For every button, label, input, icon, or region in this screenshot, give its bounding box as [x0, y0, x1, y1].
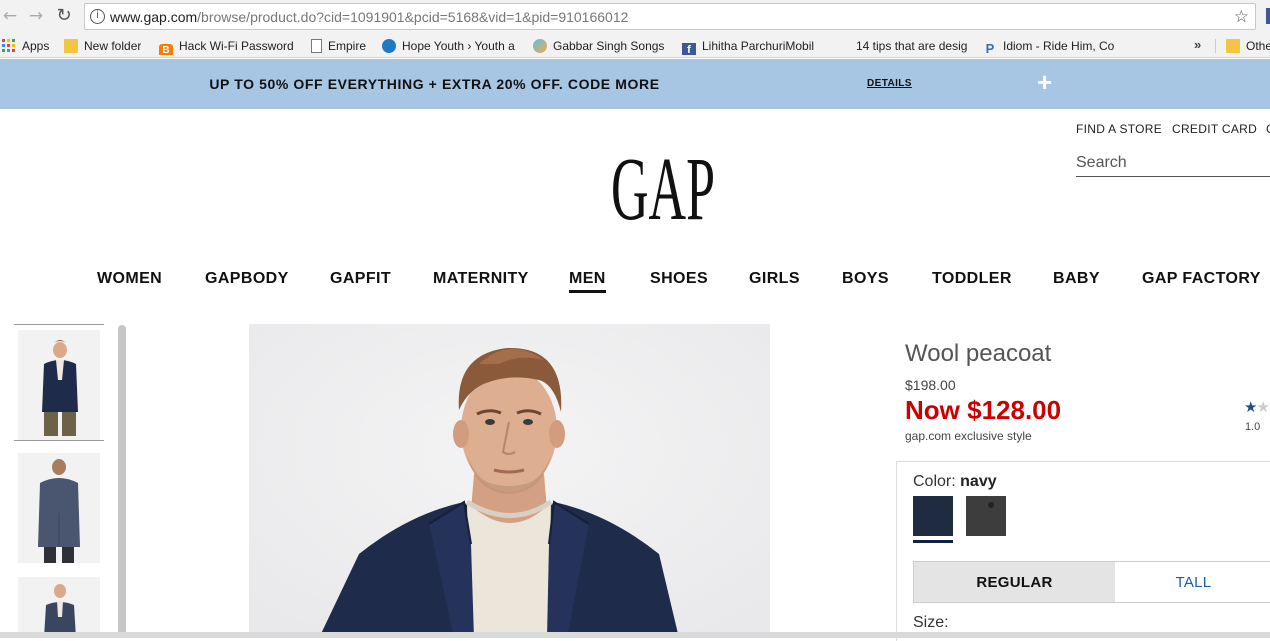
- bookmark-empire[interactable]: Empire: [311, 37, 366, 55]
- extension-icon[interactable]: [1266, 8, 1270, 24]
- nav-shoes[interactable]: SHOES: [650, 270, 708, 288]
- bookmark-new-folder[interactable]: New folder: [64, 37, 141, 55]
- address-bar[interactable]: i www.gap.com/browse/product.do?cid=1091…: [84, 3, 1256, 30]
- search-input[interactable]: [1076, 150, 1270, 176]
- original-price: $198.00: [905, 377, 956, 393]
- idiom-icon: P: [985, 41, 995, 56]
- bookmark-star-icon[interactable]: ☆: [1234, 7, 1249, 27]
- find-a-store-link[interactable]: FIND A STORE: [1076, 122, 1162, 136]
- sale-price: Now $128.00: [905, 395, 1062, 425]
- color-label: Color: navy: [913, 473, 997, 490]
- horizontal-scrollbar[interactable]: [0, 632, 1270, 638]
- bookmark-apps[interactable]: Apps: [2, 37, 49, 55]
- more-utility-link[interactable]: C: [1266, 122, 1270, 136]
- selected-color-name: navy: [960, 473, 997, 490]
- back-icon[interactable]: ←: [0, 6, 20, 26]
- forward-icon[interactable]: →: [26, 6, 46, 26]
- browser-toolbar: ← → ↻ i www.gap.com/browse/product.do?ci…: [0, 0, 1270, 34]
- category-nav: WOMEN GAPBODY GAPFIT MATERNITY MEN SHOES…: [0, 268, 1270, 298]
- exclusive-note: gap.com exclusive style: [905, 429, 1032, 443]
- thumbnail-scrollbar[interactable]: [118, 325, 126, 638]
- nav-gap-factory[interactable]: GAP FACTORY: [1142, 270, 1261, 288]
- nav-women[interactable]: WOMEN: [97, 270, 162, 288]
- bookmark-lihitha[interactable]: f Lihitha ParchuriMobil: [682, 37, 820, 55]
- bookmark-hope-youth[interactable]: Hope Youth › Youth a: [382, 37, 518, 55]
- bookmark-gabbar-singh[interactable]: Gabbar Singh Songs |: [533, 37, 667, 55]
- info-icon[interactable]: i: [90, 9, 105, 24]
- product-main-image[interactable]: [249, 324, 770, 638]
- promo-details-link[interactable]: DETAILS: [867, 78, 912, 89]
- promo-banner: UP TO 50% OFF EVERYTHING + EXTRA 20% OFF…: [0, 59, 1270, 109]
- folder-icon: [64, 39, 78, 53]
- product-title: Wool peacoat: [905, 340, 1052, 367]
- logo-text: GAP: [611, 140, 715, 227]
- nav-maternity[interactable]: MATERNITY: [433, 270, 529, 288]
- thumb-divider: [14, 324, 104, 325]
- nav-girls[interactable]: GIRLS: [749, 270, 800, 288]
- thumbnail-rail: [14, 324, 106, 638]
- thumbnail-detail[interactable]: [18, 577, 100, 638]
- size-label: Size:: [913, 614, 949, 631]
- tab-tall[interactable]: TALL: [1115, 562, 1270, 602]
- bookmarks-bar: Apps New folder B Hack Wi-Fi Password Emp…: [0, 34, 1270, 58]
- rating-stars[interactable]: ★★: [1244, 398, 1270, 416]
- reload-icon[interactable]: ↻: [54, 6, 74, 26]
- gap-logo[interactable]: GAP: [605, 135, 721, 239]
- facebook-icon: f: [682, 43, 696, 55]
- bookmark-hack-wifi[interactable]: B Hack Wi-Fi Password: [159, 37, 295, 55]
- credit-card-link[interactable]: CREDIT CARD: [1172, 122, 1257, 136]
- bookmarks-divider: [1215, 39, 1216, 53]
- nav-baby[interactable]: BABY: [1053, 270, 1100, 288]
- page-icon: [311, 39, 322, 53]
- bookmark-idiom[interactable]: P Idiom - Ride Him, Co: [983, 37, 1117, 55]
- url-text[interactable]: www.gap.com/browse/product.do?cid=109190…: [110, 9, 628, 25]
- folder-icon: [1226, 39, 1240, 53]
- nav-gapfit[interactable]: GAPFIT: [330, 270, 391, 288]
- star-filled-icon: ★: [1244, 398, 1257, 416]
- bookmarks-overflow-chevron[interactable]: »: [1194, 37, 1201, 52]
- nav-men[interactable]: MEN: [569, 270, 606, 293]
- tab-regular[interactable]: REGULAR: [914, 562, 1115, 602]
- search-field[interactable]: [1076, 150, 1270, 177]
- swatch-navy[interactable]: [913, 496, 953, 536]
- apps-grid-icon: [2, 39, 16, 53]
- blogger-icon: B: [159, 44, 173, 55]
- selected-swatch-indicator: [913, 540, 953, 543]
- promo-expand-icon[interactable]: +: [1037, 69, 1052, 95]
- thumbnail-back[interactable]: [18, 453, 100, 563]
- fit-tabs: REGULAR TALL: [913, 561, 1270, 603]
- site-icon: [533, 39, 547, 53]
- bookmark-other[interactable]: Othe: [1226, 37, 1270, 55]
- swatch-charcoal[interactable]: [966, 496, 1006, 536]
- promo-text: UP TO 50% OFF EVERYTHING + EXTRA 20% OFF…: [209, 76, 660, 92]
- star-empty-icon: ★: [1256, 398, 1269, 416]
- nav-gapbody[interactable]: GAPBODY: [205, 270, 289, 288]
- thumbnail-front[interactable]: [18, 330, 100, 440]
- site-icon: [382, 39, 396, 53]
- thumb-divider: [14, 440, 104, 441]
- rating-value: 1.0: [1245, 421, 1261, 433]
- bookmark-14-tips[interactable]: 14 tips that are desig: [856, 37, 968, 55]
- nav-toddler[interactable]: TODDLER: [932, 270, 1012, 288]
- nav-boys[interactable]: BOYS: [842, 270, 889, 288]
